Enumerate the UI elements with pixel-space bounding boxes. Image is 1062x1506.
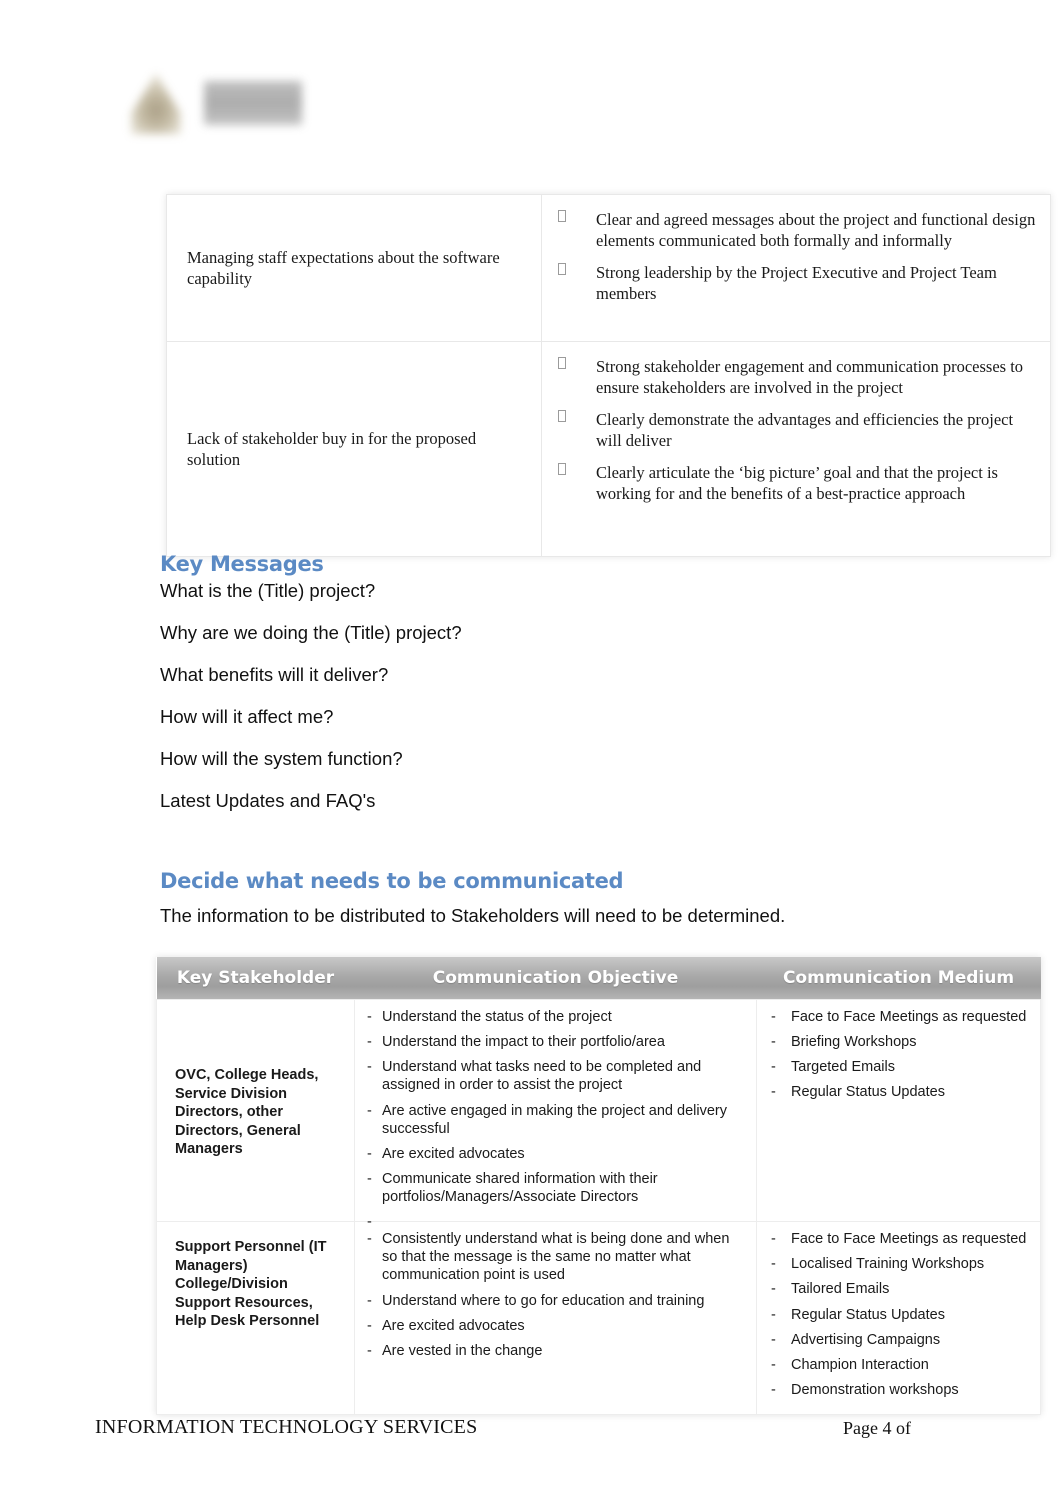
list-item: Face to Face Meetings as requested <box>767 1230 1030 1248</box>
list-item: Localised Training Workshops <box>767 1255 1030 1273</box>
organisation-logo <box>122 72 302 134</box>
table-row: Lack of stakeholder buy in for the propo… <box>166 341 1051 557</box>
document-header <box>0 0 1062 180</box>
stakeholder-cell: Support Personnel (IT Managers) College/… <box>156 1221 355 1415</box>
control-text: Strong leadership by the Project Executi… <box>596 262 997 304</box>
university-crest-icon <box>131 73 181 134</box>
control-text: Clear and agreed messages about the proj… <box>596 210 1036 251</box>
risk-text: Lack of stakeholder buy in for the propo… <box>187 428 477 469</box>
list-item: Understand the status of the project <box>365 1008 746 1026</box>
table-row: Managing staff expectations about the so… <box>166 194 1051 342</box>
table-row: Support Personnel (IT Managers) College/… <box>156 1221 1041 1415</box>
list-item: Advertising Campaigns <box>767 1331 1030 1349</box>
list-item: Why are we doing the (Title) project? <box>160 622 462 643</box>
stakeholder-cell: OVC, College Heads, Service Division Dir… <box>156 998 355 1223</box>
stakeholder-name: OVC, College Heads, Service Division Dir… <box>175 1067 319 1158</box>
medium-list: Face to Face Meetings as requested Brief… <box>767 1008 1030 1102</box>
column-header-key-stakeholder: Key Stakeholder <box>156 957 355 1000</box>
list-item: Regular Status Updates <box>767 1083 1030 1101</box>
list-item: Are active engaged in making the project… <box>365 1102 746 1138</box>
list-item: Communicate shared information with thei… <box>365 1170 746 1206</box>
list-item: How will it affect me? <box>160 706 334 727</box>
risk-control-table: Managing staff expectations about the so… <box>166 194 1051 557</box>
objective-cell: Consistently understand what is being do… <box>354 1221 757 1415</box>
list-item: Regular Status Updates <box>767 1306 1030 1324</box>
key-messages-heading: Key Messages <box>160 552 324 576</box>
objective-cell: Understand the status of the project Und… <box>354 998 757 1231</box>
control-list: Strong stakeholder engagement and commun… <box>554 356 1038 505</box>
control-cell: Clear and agreed messages about the proj… <box>541 194 1051 342</box>
list-item: Are vested in the change <box>365 1342 746 1360</box>
square-bullet-icon <box>558 357 566 369</box>
list-item: Clearly articulate the ‘big picture’ goa… <box>554 462 1038 505</box>
control-text: Strong stakeholder engagement and commun… <box>596 357 1024 398</box>
list-item: Are excited advocates <box>365 1317 746 1335</box>
footer-page-number: Page 4 of <box>843 1418 911 1438</box>
list-item: Face to Face Meetings as requested <box>767 1008 1030 1026</box>
control-list: Clear and agreed messages about the proj… <box>554 209 1038 305</box>
page-footer: INFORMATION TECHNOLOGY SERVICES Page 4 o… <box>0 1408 1062 1452</box>
square-bullet-icon <box>558 210 566 222</box>
square-bullet-icon <box>558 262 566 275</box>
list-item: Understand the impact to their portfolio… <box>365 1033 746 1051</box>
control-cell: Strong stakeholder engagement and commun… <box>541 341 1051 557</box>
decide-section-heading: Decide what needs to be communicated <box>160 869 624 893</box>
stakeholder-communication-table: Key Stakeholder Communication Objective … <box>156 957 1041 1415</box>
list-item: Clearly demonstrate the advantages and e… <box>554 409 1038 452</box>
list-item: Are excited advocates <box>365 1145 746 1163</box>
list-item: Understand where to go for education and… <box>365 1292 746 1310</box>
list-item: Targeted Emails <box>767 1058 1030 1076</box>
list-item: Understand what tasks need to be complet… <box>365 1058 746 1094</box>
risk-cell: Managing staff expectations about the so… <box>166 194 542 342</box>
list-item: Latest Updates and FAQ's <box>160 790 376 811</box>
list-item: Consistently understand what is being do… <box>365 1230 746 1284</box>
medium-cell: Face to Face Meetings as requested Brief… <box>756 998 1041 1223</box>
university-wordmark-icon <box>204 81 302 125</box>
list-item: Tailored Emails <box>767 1280 1030 1298</box>
control-text: Clearly articulate the ‘big picture’ goa… <box>596 462 998 504</box>
footer-department: INFORMATION TECHNOLOGY SERVICES <box>95 1416 478 1438</box>
key-messages-list: What is the (Title) project? Why are we … <box>160 580 462 834</box>
column-header-communication-objective: Communication Objective <box>354 957 757 1000</box>
table-row: OVC, College Heads, Service Division Dir… <box>156 998 1041 1231</box>
stakeholder-name: Support Personnel (IT Managers) College/… <box>175 1239 327 1330</box>
medium-list: Face to Face Meetings as requested Local… <box>767 1230 1030 1399</box>
list-item: What benefits will it deliver? <box>160 664 389 685</box>
table-header-row: Key Stakeholder Communication Objective … <box>156 957 1041 1000</box>
medium-cell: Face to Face Meetings as requested Local… <box>756 1221 1041 1415</box>
square-bullet-icon <box>558 409 566 422</box>
column-header-communication-medium: Communication Medium <box>756 957 1041 1000</box>
list-item: How will the system function? <box>160 748 403 769</box>
objective-list: Understand the status of the project Und… <box>365 1008 746 1231</box>
list-item: Clear and agreed messages about the proj… <box>554 209 1038 252</box>
list-item: Strong leadership by the Project Executi… <box>554 262 1038 305</box>
risk-text: Managing staff expectations about the so… <box>187 247 500 288</box>
list-item: Champion Interaction <box>767 1356 1030 1374</box>
list-item: Demonstration workshops <box>767 1381 1030 1399</box>
list-item: Strong stakeholder engagement and commun… <box>554 356 1038 399</box>
control-text: Clearly demonstrate the advantages and e… <box>596 409 1014 451</box>
square-bullet-icon <box>558 462 566 475</box>
risk-cell: Lack of stakeholder buy in for the propo… <box>166 341 542 557</box>
list-item: Briefing Workshops <box>767 1033 1030 1051</box>
objective-list: Consistently understand what is being do… <box>365 1230 746 1360</box>
decide-section-intro: The information to be distributed to Sta… <box>160 905 786 926</box>
list-item: What is the (Title) project? <box>160 580 376 601</box>
